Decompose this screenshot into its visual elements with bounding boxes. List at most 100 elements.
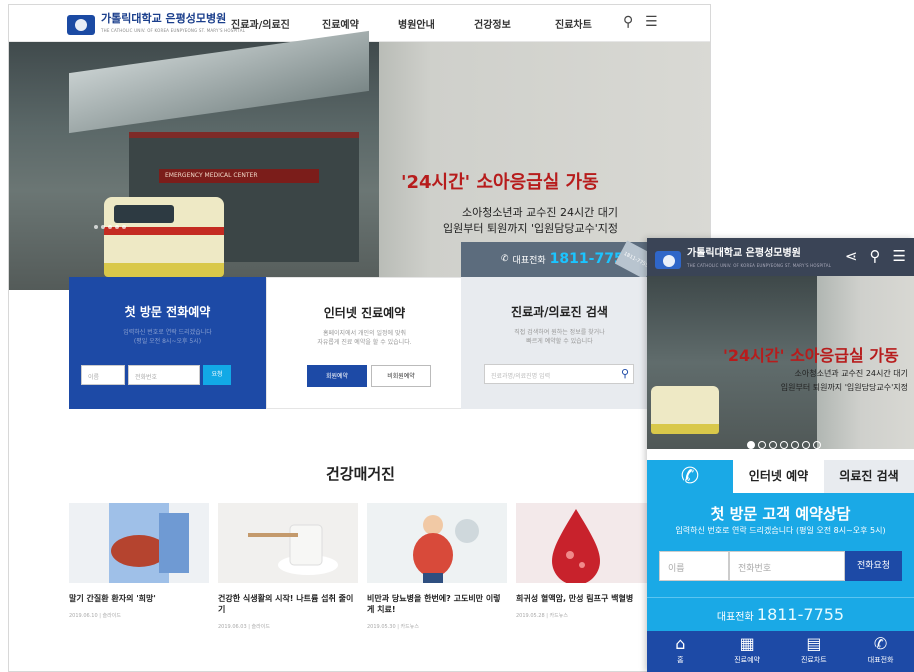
magazine-card[interactable]: 건강한 식생활의 시작! 나트륨 섭취 줄이기 2019.06.03 | 슬라이… [218, 503, 358, 630]
card-date: 2019.05.30 [367, 624, 396, 630]
card-meta: 2019.06.10 | 슬라이드 [69, 613, 121, 619]
search-placeholder: 진료과명/의료진명 입력 [491, 373, 551, 380]
card-source: 카드뉴스 [549, 613, 568, 619]
ambulance-image [104, 197, 224, 277]
hero-dot[interactable] [791, 441, 799, 449]
magazine-title: 건강매거진 [325, 465, 395, 483]
mobile-consult-panel: 첫 방문 고객 예약상담 입력하신 번호로 연락 드리겠습니다 (평일 오전 8… [647, 493, 914, 597]
phone-icon: ✆ [873, 634, 888, 653]
name-input[interactable]: 이름 [81, 365, 125, 385]
menu-departments[interactable]: 진료과/의료진 [231, 16, 290, 31]
hero-pagination[interactable] [94, 225, 126, 229]
search-desc-2: 빠르게 예약할 수 있습니다 [526, 338, 593, 345]
phone-label: 대표전화 [512, 255, 546, 266]
tab-doctor-search[interactable]: 의료진 검색 [824, 460, 914, 493]
hero-dot[interactable] [780, 441, 788, 449]
hospital-emblem-icon [655, 251, 681, 269]
bottom-nav-label: 진료차트 [800, 656, 827, 664]
card-image [516, 503, 656, 583]
tab-internet-reservation[interactable]: 인터넷 예약 [733, 460, 824, 493]
card-meta: 2019.05.28 | 카드뉴스 [516, 613, 568, 619]
hospital-emblem-icon [67, 15, 95, 35]
internet-desc-1: 홈페이지에서 개인의 일정에 맞춰 [322, 330, 406, 337]
mobile-bottom-nav: ⌂ 홈 ▦ 진료예약 ▤ 진료차트 ✆ 대표전화 [647, 631, 914, 672]
salt-illustration-icon [248, 524, 338, 575]
home-icon: ⌂ [675, 634, 686, 653]
search-desc-1: 직접 검색하여 원하는 정보를 찾거나 [514, 329, 605, 336]
clipboard-icon: ▤ [806, 634, 822, 653]
mobile-tabs: ✆ 인터넷 예약 의료진 검색 [647, 460, 914, 493]
first-visit-panel: 첫 방문 전화예약 입력하신 번호로 연락 드리겠습니다 (평일 오전 8시~오… [69, 277, 266, 409]
ambulance-window [114, 205, 174, 223]
card-meta: 2019.05.30 | 카드뉴스 [367, 624, 419, 630]
card-image [69, 503, 209, 583]
card-date: 2019.06.03 [218, 624, 247, 630]
menu-health-info[interactable]: 건강정보 [474, 16, 511, 31]
mobile-logo-title: 가톨릭대학교 은평성모병원 THE CATHOLIC UNIV. OF KORE… [687, 248, 831, 272]
menu-medical-chart[interactable]: 진료차트 [555, 16, 592, 31]
search-icon[interactable]: ⚲ [870, 247, 881, 265]
bottom-nav-reservation[interactable]: ▦ 진료예약 [714, 631, 781, 672]
card-meta: 2019.06.03 | 슬라이드 [218, 624, 270, 630]
search-icon[interactable]: ⚲ [623, 14, 633, 30]
consult-desc: 입력하신 번호로 연락 드리겠습니다 (평일 오전 8시~오후 5시) [675, 526, 886, 535]
mobile-name-input[interactable]: 이름 [659, 551, 729, 581]
mobile-hero-title: '24시간' 소아응급실 가동 [723, 346, 899, 365]
obesity-illustration-icon [413, 515, 479, 583]
hero-dot[interactable] [747, 441, 755, 449]
mobile-logo-title-text: 가톨릭대학교 은평성모병원 [687, 248, 801, 259]
phone-input[interactable]: 전화번호 [128, 365, 200, 385]
mobile-logo-subtitle: THE CATHOLIC UNIV. OF KOREA EUNPYEONG ST… [687, 263, 832, 268]
magazine-card[interactable]: 희귀성 혈액암, 만성 림프구 백혈병 2019.05.28 | 카드뉴스 [516, 503, 656, 619]
tab-phone-consult[interactable]: ✆ [647, 460, 733, 493]
card-date: 2019.06.10 [69, 613, 98, 619]
menu-hospital-info[interactable]: 병원안내 [398, 16, 435, 31]
mobile-main-phone[interactable]: 대표전화 1811-7755 [647, 597, 914, 631]
magazine-card[interactable]: 말기 간질환 환자의 '희망' 2019.06.10 | 슬라이드 [69, 503, 209, 619]
hero-dot[interactable] [101, 225, 105, 229]
search-icon[interactable]: ⚲ [621, 367, 629, 380]
bottom-nav-chart[interactable]: ▤ 진료차트 [781, 631, 848, 672]
hero-dot[interactable] [122, 225, 126, 229]
mobile-phone-input[interactable]: 전화번호 [729, 551, 845, 581]
menu-reservation[interactable]: 진료예약 [322, 16, 359, 31]
card-image [367, 503, 507, 583]
consult-title: 첫 방문 고객 예약상담 [710, 505, 851, 523]
hero-title: '24시간' 소아응급실 가동 [401, 172, 599, 193]
hero-dot[interactable] [758, 441, 766, 449]
menu-icon[interactable]: ☰ [893, 247, 906, 265]
mobile-logo[interactable]: 가톨릭대학교 은평성모병원 THE CATHOLIC UNIV. OF KORE… [655, 248, 831, 272]
hero-dot[interactable] [802, 441, 810, 449]
hero-dot[interactable] [115, 225, 119, 229]
card-source: 슬라이드 [102, 613, 121, 619]
call-request-button[interactable]: 전화요청 [845, 551, 902, 581]
magazine-card[interactable]: 비만과 당뇨병을 한번에? 고도비만 이렇게 치료! 2019.05.30 | … [367, 503, 507, 630]
hero-subtitle-2: 입원부터 퇴원까지 '입원담당교수'지정 [443, 222, 618, 235]
card-title: 희귀성 혈액암, 만성 림프구 백혈병 [516, 594, 634, 603]
hero-dot[interactable] [108, 225, 112, 229]
non-member-reservation-button[interactable]: 비회원예약 [371, 365, 431, 387]
share-icon[interactable]: ⋖ [845, 247, 858, 265]
doctor-search-panel: 진료과/의료진 검색 직접 검색하여 원하는 정보를 찾거나 빠르게 예약할 수… [461, 277, 658, 409]
hospital-logo[interactable]: 가톨릭대학교 은평성모병원 THE CATHOLIC UNIV. OF KORE… [67, 13, 245, 37]
bottom-nav-label: 진료예약 [734, 656, 760, 664]
hero-dot[interactable] [769, 441, 777, 449]
logo-title: 가톨릭대학교 은평성모병원 THE CATHOLIC UNIV. OF KORE… [101, 13, 245, 37]
doctor-search-input[interactable]: 진료과명/의료진명 입력 ⚲ [484, 364, 634, 384]
bottom-nav-phone[interactable]: ✆ 대표전화 [847, 631, 914, 672]
emergency-sign: EMERGENCY MEDICAL CENTER [159, 169, 319, 183]
bottom-nav-home[interactable]: ⌂ 홈 [647, 631, 714, 672]
calendar-icon: ▦ [739, 634, 755, 653]
blood-drop-illustration-icon [552, 509, 600, 583]
mobile-hero-pagination[interactable] [747, 441, 821, 449]
card-image [218, 503, 358, 583]
internet-reservation-panel: 인터넷 진료예약 홈페이지에서 개인의 일정에 맞춰 자유롭게 진료 예약을 할… [266, 277, 463, 409]
member-reservation-button[interactable]: 회원예약 [307, 365, 367, 387]
hero-dot[interactable] [813, 441, 821, 449]
desktop-view: 가톨릭대학교 은평성모병원 THE CATHOLIC UNIV. OF KORE… [8, 4, 711, 672]
hero-dot[interactable] [94, 225, 98, 229]
menu-icon[interactable]: ☰ [645, 14, 658, 30]
mobile-hero-banner[interactable]: '24시간' 소아응급실 가동 소아청소년과 교수진 24시간 대기 입원부터 … [647, 276, 914, 449]
request-button[interactable]: 요청 [203, 365, 231, 385]
mobile-phone-number: 1811-7755 [756, 605, 845, 624]
